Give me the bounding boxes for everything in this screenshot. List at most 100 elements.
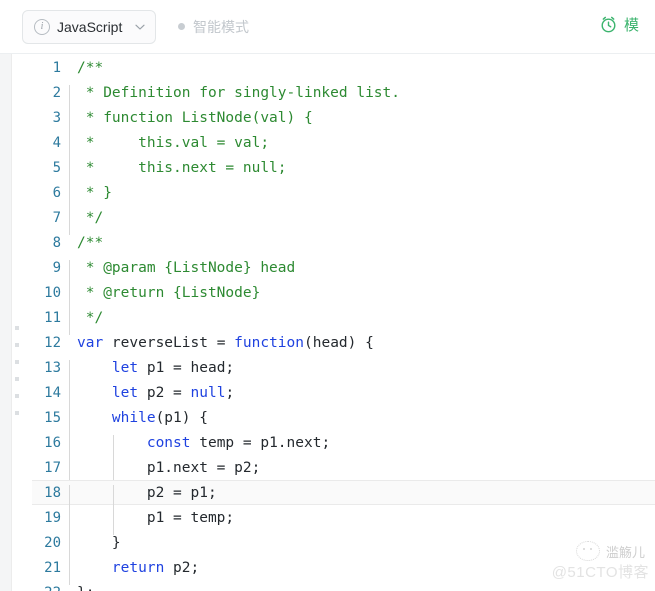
line-number: 7 xyxy=(52,209,61,226)
left-rail xyxy=(0,54,12,591)
code-token-comment: * @param {ListNode} head xyxy=(77,259,296,276)
code-line[interactable]: 14 let p2 = null; xyxy=(32,380,655,410)
scroll-marker xyxy=(15,343,19,347)
line-number: 8 xyxy=(52,234,61,251)
code-line[interactable]: 5 * this.next = null; xyxy=(32,155,655,185)
line-number: 5 xyxy=(52,159,61,176)
code-text[interactable]: /** xyxy=(68,60,655,76)
code-line[interactable]: 11 */ xyxy=(32,305,655,335)
code-token-comment: * Definition for singly-linked list. xyxy=(77,84,401,101)
code-text[interactable]: * } xyxy=(68,184,655,210)
code-line[interactable]: 1 /** xyxy=(32,55,655,80)
code-line[interactable]: 10 * @return {ListNode} xyxy=(32,280,655,310)
line-number: 15 xyxy=(44,409,61,426)
timer-control[interactable]: 模 xyxy=(599,14,655,35)
code-token-plain: reverseList = xyxy=(103,334,235,351)
code-token-plain: p2 = xyxy=(138,384,191,401)
code-text[interactable]: while(p1) { xyxy=(68,409,655,435)
code-token-keyword: return xyxy=(111,559,165,576)
code-text[interactable]: * @param {ListNode} head xyxy=(68,259,655,285)
code-text[interactable]: * @return {ListNode} xyxy=(68,284,655,310)
code-text[interactable]: */ xyxy=(68,309,655,335)
code-token-keyword: let xyxy=(111,359,139,376)
code-line[interactable]: 13 let p1 = head; xyxy=(32,355,655,385)
code-token-keyword: const xyxy=(146,434,191,451)
code-token-plain: }; xyxy=(77,585,94,591)
code-text[interactable]: */ xyxy=(68,209,655,235)
code-line[interactable]: 12 var reverseList = function(head) { xyxy=(32,330,655,355)
code-token-plain: p1 = temp; xyxy=(77,509,235,526)
code-line[interactable]: 8 /** xyxy=(32,230,655,255)
code-text[interactable]: p2 = p1; xyxy=(68,484,655,510)
code-token-plain: p1.next = p2; xyxy=(77,459,261,476)
chevron-down-icon xyxy=(134,21,146,33)
code-text[interactable]: * this.val = val; xyxy=(68,134,655,160)
code-line[interactable]: 15 while(p1) { xyxy=(32,405,655,435)
line-number: 13 xyxy=(44,359,61,376)
smart-mode-label: 智能模式 xyxy=(193,18,249,35)
code-text[interactable]: * Definition for singly-linked list. xyxy=(68,84,655,110)
code-token-comment: * @return {ListNode} xyxy=(77,284,261,301)
code-text[interactable]: let p1 = head; xyxy=(68,359,655,385)
line-number: 20 xyxy=(44,534,61,551)
code-token-comment: * this.next = null; xyxy=(77,159,287,176)
code-token-plain: } xyxy=(77,534,121,551)
scroll-marker xyxy=(15,411,19,415)
code-text[interactable]: } xyxy=(68,534,655,560)
line-number: 12 xyxy=(44,334,61,351)
line-number: 18 xyxy=(44,484,61,501)
code-text[interactable]: return p2; xyxy=(68,559,655,585)
code-token-plain: (p1) { xyxy=(155,409,208,426)
code-line[interactable]: 6 * } xyxy=(32,180,655,210)
code-token-comment: * function ListNode(val) { xyxy=(77,109,313,126)
code-token-keyword: null xyxy=(190,384,226,401)
code-token-plain: (head) { xyxy=(304,334,374,351)
code-line[interactable]: 9 * @param {ListNode} head xyxy=(32,255,655,285)
code-line[interactable]: 17 p1.next = p2; xyxy=(32,455,655,485)
code-line[interactable]: 7 */ xyxy=(32,205,655,235)
code-line[interactable]: 20 } xyxy=(32,530,655,560)
gutter-strip xyxy=(13,54,32,591)
code-line[interactable]: 19 p1 = temp; xyxy=(32,505,655,535)
code-token-comment: */ xyxy=(77,309,104,326)
timer-label: 模 xyxy=(624,17,640,34)
code-token-plain: p2; xyxy=(164,559,200,576)
code-line[interactable]: 21 return p2; xyxy=(32,555,655,585)
line-number: 21 xyxy=(44,559,61,576)
code-text[interactable]: /** xyxy=(68,235,655,251)
code-editor[interactable]: 1 /** 2 * Definition for singly-linked lis… xyxy=(32,55,655,591)
code-line[interactable]: 3 * function ListNode(val) { xyxy=(32,105,655,135)
line-number: 19 xyxy=(44,509,61,526)
code-text[interactable]: p1.next = p2; xyxy=(68,459,655,485)
line-number: 4 xyxy=(52,134,61,151)
smart-mode-indicator[interactable]: 智能模式 xyxy=(178,17,249,37)
line-number: 1 xyxy=(52,59,61,76)
code-text[interactable]: var reverseList = function(head) { xyxy=(68,335,655,351)
scroll-marker-column[interactable] xyxy=(13,326,23,428)
code-token-plain: ; xyxy=(225,384,235,401)
line-number: 17 xyxy=(44,459,61,476)
code-token-keyword: while xyxy=(111,409,156,426)
code-token-keyword: var xyxy=(77,334,104,351)
code-text[interactable]: * this.next = null; xyxy=(68,159,655,185)
code-token-comment: * this.val = val; xyxy=(77,134,270,151)
code-text[interactable]: p1 = temp; xyxy=(68,509,655,535)
code-line[interactable]: 2 * Definition for singly-linked list. xyxy=(32,80,655,110)
code-line[interactable]: 18 p2 = p1; xyxy=(32,480,655,510)
code-text[interactable]: * function ListNode(val) { xyxy=(68,109,655,135)
language-selector[interactable]: i JavaScript xyxy=(22,9,156,44)
code-line[interactable]: 4 * this.val = val; xyxy=(32,130,655,160)
code-token-comment: * } xyxy=(77,184,112,201)
line-number: 22 xyxy=(32,585,68,591)
code-text[interactable]: const temp = p1.next; xyxy=(68,434,655,460)
code-text[interactable]: }; xyxy=(68,585,655,591)
scroll-marker xyxy=(15,377,19,381)
code-line[interactable]: 22}; xyxy=(32,580,655,591)
code-line[interactable]: 16 const temp = p1.next; xyxy=(32,430,655,460)
language-selector-value: JavaScript xyxy=(57,18,123,35)
code-text[interactable]: let p2 = null; xyxy=(68,384,655,410)
code-token-plain: p1 = head; xyxy=(138,359,235,376)
